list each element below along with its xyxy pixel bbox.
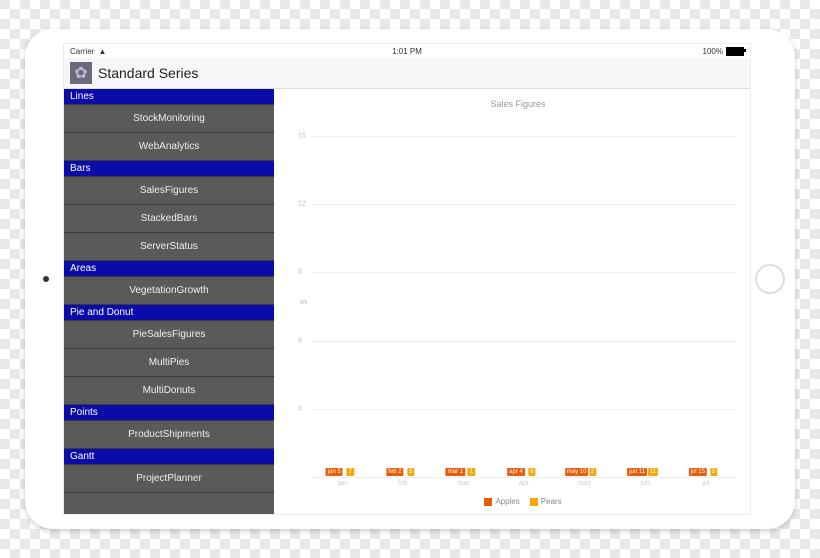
app-header: ✿ Standard Series (64, 58, 750, 89)
bar-label: mar 1 (446, 468, 465, 476)
gridline (312, 136, 736, 137)
xtick: feb (373, 477, 434, 491)
xtick: apr (494, 477, 555, 491)
sidebar-item-stackedbars[interactable]: StackedBars (64, 205, 274, 233)
legend-swatch-pears (530, 498, 538, 506)
bar-label: 6 (528, 468, 535, 476)
bar-label: 1 (468, 468, 475, 476)
xtick: mar (433, 477, 494, 491)
sidebar-section-bars: Bars (64, 161, 274, 177)
bar-label: feb 2 (386, 468, 403, 476)
bar-label: 5 (407, 468, 414, 476)
bar-label: 7 (347, 468, 354, 476)
sidebar-item-productshipments[interactable]: ProductShipments (64, 421, 274, 449)
tablet-device: Carrier ▲ 1:01 PM 100% ✿ Standard Series… (25, 29, 795, 529)
chart-legend: Apples Pears (300, 491, 736, 506)
legend-label-apples: Apples (495, 497, 519, 506)
bar-label: jun 11 (627, 468, 647, 476)
sidebar-item-stockmonitoring[interactable]: StockMonitoring (64, 105, 274, 133)
gridline (312, 272, 736, 273)
sidebar-item-projectplanner[interactable]: ProjectPlanner (64, 465, 274, 493)
chart-title: Sales Figures (300, 99, 736, 109)
sidebar-section-lines: Lines (64, 89, 274, 105)
status-time: 1:01 PM (64, 47, 750, 56)
sidebar-section-pie-and-donut: Pie and Donut (64, 305, 274, 321)
bar-label: jan 5 (326, 468, 343, 476)
sidebar-section-points: Points (64, 405, 274, 421)
sidebar-item-vegetationgrowth[interactable]: VegetationGrowth (64, 277, 274, 305)
bar-label: 2 (589, 468, 596, 476)
battery-icon (726, 47, 744, 56)
sidebar[interactable]: LinesStockMonitoringWebAnalyticsBarsSale… (64, 89, 274, 514)
sidebar-section-gantt: Gantt (64, 449, 274, 465)
bar-label: 11 (648, 468, 658, 476)
xtick: jul (675, 477, 736, 491)
device-camera (43, 276, 49, 282)
legend-label-pears: Pears (541, 497, 562, 506)
gridline (312, 341, 736, 342)
status-bar: Carrier ▲ 1:01 PM 100% (64, 44, 750, 58)
sidebar-item-multidonuts[interactable]: MultiDonuts (64, 377, 274, 405)
xtick: may (554, 477, 615, 491)
legend-swatch-apples (484, 498, 492, 506)
sidebar-item-serverstatus[interactable]: ServerStatus (64, 233, 274, 261)
ytick: 15 (298, 132, 306, 139)
bar-label: apr 4 (507, 468, 525, 476)
app-icon: ✿ (70, 62, 92, 84)
chart-ylabel: $ (300, 300, 309, 304)
ytick: 3 (298, 406, 302, 413)
ytick: 9 (298, 269, 302, 276)
ytick: 6 (298, 337, 302, 344)
chart-plot: jan 57feb 25mar 11apr 46may 102jun 1111j… (312, 113, 736, 491)
sidebar-section-areas: Areas (64, 261, 274, 277)
bar-label: jul 15 (689, 468, 707, 476)
device-screen: Carrier ▲ 1:01 PM 100% ✿ Standard Series… (63, 43, 751, 515)
chart-pane: Sales Figures $ jan 57feb 25mar 11apr 46… (274, 89, 750, 514)
gridline (312, 204, 736, 205)
xtick: jan (312, 477, 373, 491)
xtick: jun (615, 477, 676, 491)
sidebar-item-multipies[interactable]: MultiPies (64, 349, 274, 377)
page-title: Standard Series (98, 65, 198, 81)
bar-label: may 10 (565, 468, 589, 476)
bar-label: 5 (710, 468, 717, 476)
sidebar-item-piesalesfigures[interactable]: PieSalesFigures (64, 321, 274, 349)
gridline (312, 409, 736, 410)
ytick: 12 (298, 201, 306, 208)
home-button[interactable] (755, 264, 785, 294)
sidebar-item-webanalytics[interactable]: WebAnalytics (64, 133, 274, 161)
sidebar-item-salesfigures[interactable]: SalesFigures (64, 177, 274, 205)
